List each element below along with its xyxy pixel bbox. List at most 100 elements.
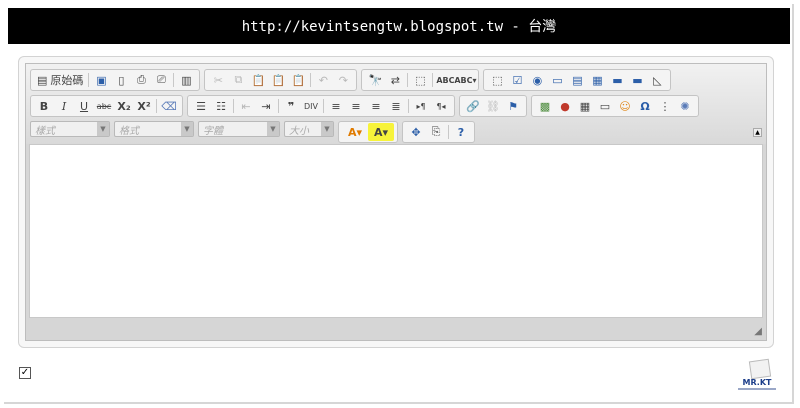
toolbar-group-document: ▤ 原始碼 ▣ ▯ ⎙ ⎚ ▥ — [30, 69, 201, 91]
align-center-icon[interactable]: ≡ — [346, 97, 366, 115]
checkbox[interactable]: ✓ — [19, 367, 31, 379]
maximize-icon[interactable]: ✥ — [406, 123, 426, 141]
radio-icon[interactable]: ◉ — [527, 71, 547, 89]
toolbar-separator — [156, 99, 157, 113]
undo-icon[interactable]: ↶ — [313, 71, 333, 89]
toolbar-group-forms: ⬚ ☑ ◉ ▭ ▤ ▦ ▬ ▬ ◺ — [483, 69, 672, 91]
format-combo[interactable]: 格式 ▼ — [114, 121, 194, 137]
select-all-icon[interactable]: ⬚ — [410, 71, 430, 89]
create-div-icon[interactable]: DIV — [301, 97, 321, 115]
redo-icon[interactable]: ↷ — [333, 71, 353, 89]
numbered-list-icon[interactable]: ☰ — [191, 97, 211, 115]
mr-kt-logo: MR.KT — [738, 358, 778, 400]
editor-wrapper: ▤ 原始碼 ▣ ▯ ⎙ ⎚ ▥ ✂ ⧉ 📋 📋 📋 ↶ ↷ 🔭 ⇄ ⬚ ABC … — [18, 56, 774, 348]
ltr-icon[interactable]: ▸¶ — [411, 97, 431, 115]
page-title-text: http://kevintsengtw.blogspot.tw - 台灣 — [241, 19, 557, 35]
indent-icon[interactable]: ⇥ — [256, 97, 276, 115]
spellcheck-icon[interactable]: ABC — [435, 71, 455, 89]
format-combo-label: 格式 — [119, 125, 139, 137]
page-break-icon[interactable]: ⋮ — [655, 97, 675, 115]
align-left-icon[interactable]: ≡ — [326, 97, 346, 115]
resize-handle-icon[interactable]: ◢ — [752, 327, 762, 337]
image-icon[interactable]: ▩ — [535, 97, 555, 115]
size-combo[interactable]: 大小 ▼ — [284, 121, 334, 137]
style-combo[interactable]: 樣式 ▼ — [30, 121, 110, 137]
size-combo-label: 大小 — [289, 125, 309, 137]
toolbar-separator — [407, 73, 409, 87]
image-button-icon[interactable]: ▬ — [627, 71, 647, 89]
paste-text-icon[interactable]: 📋 — [268, 71, 288, 89]
toolbar-group-editing: 🔭 ⇄ ⬚ ABC ABC▾ — [361, 69, 480, 91]
textfield-icon[interactable]: ▭ — [547, 71, 567, 89]
toolbar-separator — [448, 125, 449, 139]
special-char-icon[interactable]: Ω — [635, 97, 655, 115]
smiley-icon[interactable]: ☺ — [615, 97, 635, 115]
templates-icon[interactable]: ▥ — [176, 71, 196, 89]
anchor-icon[interactable]: ⚑ — [503, 97, 523, 115]
rich-text-editor: ▤ 原始碼 ▣ ▯ ⎙ ⎚ ▥ ✂ ⧉ 📋 📋 📋 ↶ ↷ 🔭 ⇄ ⬚ ABC … — [25, 63, 767, 341]
superscript-icon[interactable]: X² — [134, 97, 154, 115]
background-color-icon[interactable]: A▾ — [368, 123, 394, 141]
iframe-icon[interactable]: ✺ — [675, 97, 695, 115]
print-icon[interactable]: ⎚ — [151, 71, 171, 89]
chevron-down-icon: ▼ — [267, 122, 279, 136]
toolbar-separator — [432, 73, 434, 87]
toolbar-row-1: ▤ 原始碼 ▣ ▯ ⎙ ⎚ ▥ ✂ ⧉ 📋 📋 📋 ↶ ↷ 🔭 ⇄ ⬚ ABC … — [30, 69, 672, 91]
toolbar-group-links: 🔗 ⛓ ⚑ — [459, 95, 527, 117]
rtl-icon[interactable]: ¶◂ — [431, 97, 451, 115]
blockquote-icon[interactable]: ❞ — [281, 97, 301, 115]
toolbar-separator — [323, 99, 324, 113]
toolbar-group-basic-styles: B I U abc X₂ X² ⌫ — [30, 95, 183, 117]
bold-icon[interactable]: B — [34, 97, 54, 115]
select-icon[interactable]: ▦ — [587, 71, 607, 89]
unlink-icon[interactable]: ⛓ — [483, 97, 503, 115]
outdent-icon[interactable]: ⇤ — [236, 97, 256, 115]
paste-word-icon[interactable]: 📋 — [288, 71, 308, 89]
collapse-toolbar-button[interactable]: ▲ — [753, 128, 762, 137]
paste-icon[interactable]: 📋 — [248, 71, 268, 89]
hidden-field-icon[interactable]: ◺ — [647, 71, 667, 89]
logo-page-icon — [748, 358, 772, 380]
preview-icon[interactable]: ⎙ — [131, 71, 151, 89]
link-icon[interactable]: 🔗 — [463, 97, 483, 115]
toolbar-group-paragraph: ☰ ☷ ⇤ ⇥ ❞ DIV ≡ ≡ ≡ ≣ ▸¶ ¶◂ — [187, 95, 455, 117]
button-icon[interactable]: ▬ — [607, 71, 627, 89]
align-right-icon[interactable]: ≡ — [366, 97, 386, 115]
textarea-icon[interactable]: ▤ — [567, 71, 587, 89]
subscript-icon[interactable]: X₂ — [114, 97, 134, 115]
show-blocks-icon[interactable]: ⎘ — [426, 123, 446, 141]
form-icon[interactable]: ⬚ — [487, 71, 507, 89]
replace-icon[interactable]: ⇄ — [385, 71, 405, 89]
toolbar-group-insert: ▩ ● ▦ ▭ ☺ Ω ⋮ ✺ — [531, 95, 699, 117]
table-icon[interactable]: ▦ — [575, 97, 595, 115]
copy-icon[interactable]: ⧉ — [228, 71, 248, 89]
text-color-icon[interactable]: A▾ — [342, 123, 368, 141]
spellcheck-as-you-type-icon[interactable]: ABC▾ — [454, 71, 476, 89]
toolbar-group-clipboard: ✂ ⧉ 📋 📋 📋 ↶ ↷ — [204, 69, 358, 91]
checkbox-icon[interactable]: ☑ — [507, 71, 527, 89]
strikethrough-icon[interactable]: abc — [94, 97, 114, 115]
justify-icon[interactable]: ≣ — [386, 97, 406, 115]
chevron-down-icon: ▼ — [97, 122, 109, 136]
source-button[interactable]: ▤ 原始碼 — [34, 71, 86, 89]
bulleted-list-icon[interactable]: ☷ — [211, 97, 231, 115]
style-combo-label: 樣式 — [35, 125, 55, 137]
find-icon[interactable]: 🔭 — [365, 71, 385, 89]
toolbar-separator — [408, 99, 409, 113]
remove-format-icon[interactable]: ⌫ — [159, 97, 179, 115]
toolbar-group-colors: A▾ A▾ — [338, 121, 398, 143]
about-icon[interactable]: ? — [451, 123, 471, 141]
page-title: http://kevintsengtw.blogspot.tw - 台灣 — [8, 8, 790, 44]
font-combo[interactable]: 字體 ▼ — [198, 121, 280, 137]
save-icon[interactable]: ▣ — [91, 71, 111, 89]
chevron-down-icon: ▼ — [181, 122, 193, 136]
cut-icon[interactable]: ✂ — [208, 71, 228, 89]
font-combo-label: 字體 — [203, 125, 223, 137]
flash-icon[interactable]: ● — [555, 97, 575, 115]
underline-icon[interactable]: U — [74, 97, 94, 115]
toolbar-separator — [310, 73, 312, 87]
editor-content-area[interactable] — [29, 144, 763, 318]
horizontal-rule-icon[interactable]: ▭ — [595, 97, 615, 115]
new-page-icon[interactable]: ▯ — [111, 71, 131, 89]
italic-icon[interactable]: I — [54, 97, 74, 115]
